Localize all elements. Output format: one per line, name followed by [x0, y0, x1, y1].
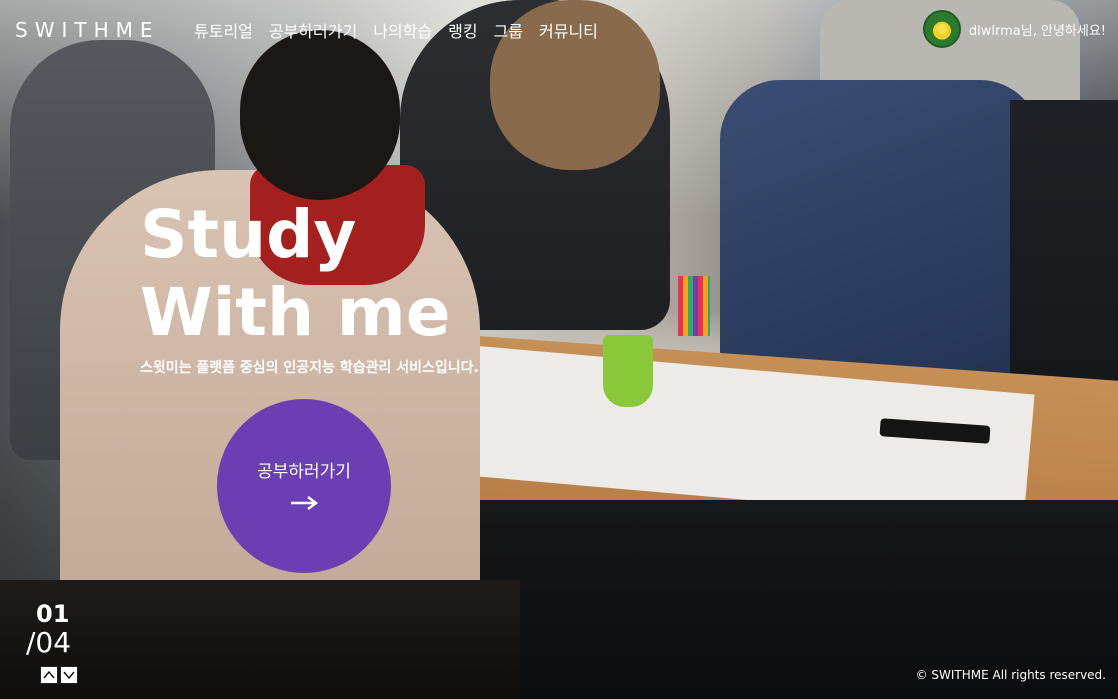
user-menu[interactable]: dlwlrma님, 안녕하세요!: [922, 10, 1106, 48]
chevron-up-icon: [43, 670, 55, 679]
user-greeting: dlwlrma님, 안녕하세요!: [968, 23, 1106, 39]
hero-title: Study With me: [140, 196, 450, 352]
hero-title-line2: With me: [140, 274, 451, 351]
nav-go-study[interactable]: 공부하러가기: [269, 18, 357, 42]
hero-title-line1: Study: [140, 196, 357, 273]
nav-my-learning[interactable]: 나의학습: [373, 18, 432, 42]
slide-prev-button[interactable]: [40, 666, 58, 684]
main-nav: 튜토리얼 공부하러가기 나의학습 랭킹 그룹 커뮤니티: [194, 18, 598, 42]
nav-ranking[interactable]: 랭킹: [448, 18, 477, 42]
top-header: SWITHME 튜토리얼 공부하러가기 나의학습 랭킹 그룹 커뮤니티 dlwl…: [0, 0, 1118, 60]
go-study-button[interactable]: 공부하러가기: [217, 399, 391, 573]
go-study-label: 공부하러가기: [257, 461, 351, 482]
slide-next-button[interactable]: [60, 666, 78, 684]
slide-total: /04: [26, 626, 72, 659]
nav-group[interactable]: 그룹: [494, 18, 523, 42]
avatar-icon: [936, 24, 947, 34]
footer-copyright: © SWITHME All rights reserved.: [915, 668, 1106, 682]
hero-subtitle: 스윗미는 플랫폼 중심의 인공지능 학습관리 서비스입니다.: [140, 360, 479, 376]
background-person-jeans: [720, 80, 1040, 380]
nav-tutorial[interactable]: 튜토리얼: [194, 18, 253, 42]
avatar[interactable]: [922, 10, 961, 48]
chevron-down-icon: [63, 671, 75, 680]
slide-counter: 01 /04: [26, 600, 71, 658]
background-pens: [678, 276, 710, 336]
nav-community[interactable]: 커뮤니티: [539, 18, 598, 42]
background-floor: [0, 580, 520, 699]
slide-current: 01: [36, 600, 70, 628]
background-cup: [603, 335, 653, 407]
hero-section: SWITHME 튜토리얼 공부하러가기 나의학습 랭킹 그룹 커뮤니티 dlwl…: [0, 0, 1118, 699]
slide-controls: [40, 666, 78, 684]
arrow-right-icon: [291, 495, 318, 510]
logo[interactable]: SWITHME: [15, 18, 160, 42]
